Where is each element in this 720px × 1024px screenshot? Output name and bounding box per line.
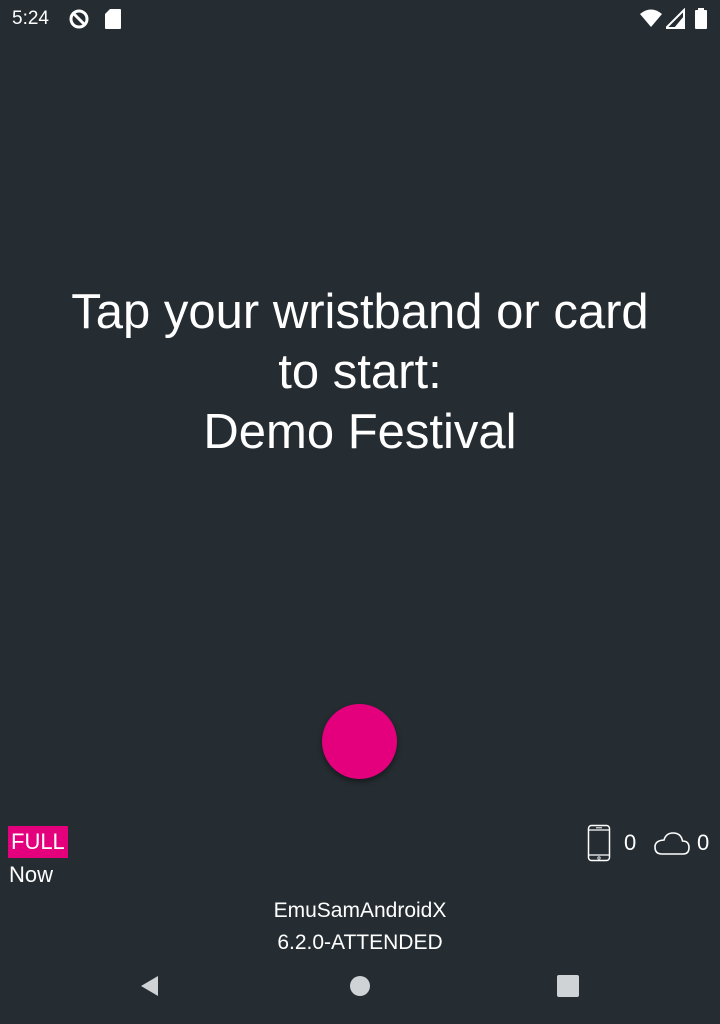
recents-button[interactable] <box>550 970 586 1006</box>
device-count: 0 <box>624 830 637 855</box>
cloud-icon <box>653 830 691 856</box>
back-button[interactable] <box>131 970 167 1006</box>
instruction-line-2: to start: <box>278 345 442 399</box>
home-icon <box>349 975 371 1002</box>
signal-icon <box>663 7 688 30</box>
recents-icon <box>557 974 579 1002</box>
device-name: EmuSamAndroidX <box>273 899 447 922</box>
battery-icon <box>694 8 716 30</box>
status-bar: 5:24 <box>0 0 720 38</box>
start-instructions: Tap your wristband or card to start: Dem… <box>0 282 720 462</box>
instruction-line-1: Tap your wristband or card <box>71 285 649 339</box>
cloud-count: 0 <box>697 830 710 855</box>
app-version: 6.2.0-ATTENDED <box>277 931 443 954</box>
mode-badge: FULL <box>8 826 68 858</box>
data-saver-icon <box>68 8 90 30</box>
mode-time: Now <box>9 862 54 887</box>
event-name: Demo Festival <box>203 405 517 459</box>
phone-icon <box>587 824 611 862</box>
app-screen: 5:24 Tap your wristband or card to start… <box>0 0 720 1024</box>
status-time: 5:24 <box>12 8 49 29</box>
home-button[interactable] <box>342 970 378 1006</box>
wifi-icon <box>640 8 662 30</box>
status-indicator-dot[interactable] <box>322 704 397 779</box>
back-icon <box>138 974 160 1003</box>
sd-card-icon <box>104 8 126 30</box>
